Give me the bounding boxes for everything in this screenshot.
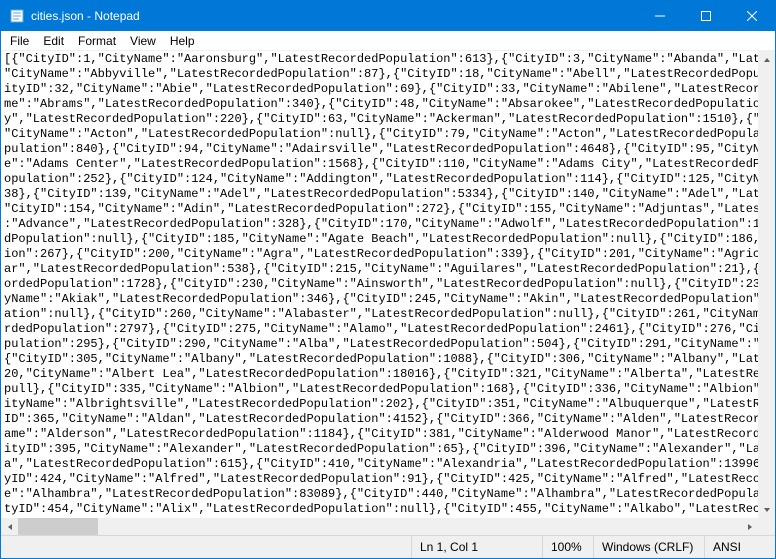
- horizontal-scrollbar[interactable]: [1, 518, 758, 535]
- status-zoom: 100%: [543, 536, 593, 558]
- status-line-ending: Windows (CRLF): [594, 536, 704, 558]
- horizontal-scroll-track[interactable]: [18, 518, 741, 535]
- menubar: File Edit Format View Help: [1, 31, 775, 51]
- maximize-button[interactable]: [683, 1, 729, 31]
- close-button[interactable]: [729, 1, 775, 31]
- vertical-scroll-track[interactable]: [758, 68, 775, 501]
- menu-edit[interactable]: Edit: [36, 32, 71, 50]
- notepad-window: cities.json - Notepad File Edit Format V…: [0, 0, 776, 559]
- status-encoding: ANSI: [705, 536, 775, 558]
- horizontal-scroll-thumb[interactable]: [18, 518, 98, 535]
- status-position: Ln 1, Col 1: [412, 536, 542, 558]
- statusbar: Ln 1, Col 1 100% Windows (CRLF) ANSI: [1, 535, 775, 558]
- scroll-left-button[interactable]: [1, 518, 18, 535]
- scroll-down-button[interactable]: [758, 501, 775, 518]
- menu-file[interactable]: File: [3, 32, 36, 50]
- minimize-button[interactable]: [637, 1, 683, 31]
- menu-view[interactable]: View: [123, 32, 163, 50]
- scroll-up-button[interactable]: [758, 51, 775, 68]
- app-icon: [9, 8, 25, 24]
- scrollbar-corner: [758, 518, 775, 535]
- menu-format[interactable]: Format: [71, 32, 123, 50]
- window-title: cities.json - Notepad: [31, 9, 140, 23]
- editor-area[interactable]: [{"CityID":1,"CityName":"Aaronsburg","La…: [1, 51, 775, 535]
- vertical-scrollbar[interactable]: [758, 51, 775, 518]
- menu-help[interactable]: Help: [163, 32, 202, 50]
- titlebar[interactable]: cities.json - Notepad: [1, 1, 775, 31]
- editor-text[interactable]: [{"CityID":1,"CityName":"Aaronsburg","La…: [1, 51, 775, 533]
- scroll-right-button[interactable]: [741, 518, 758, 535]
